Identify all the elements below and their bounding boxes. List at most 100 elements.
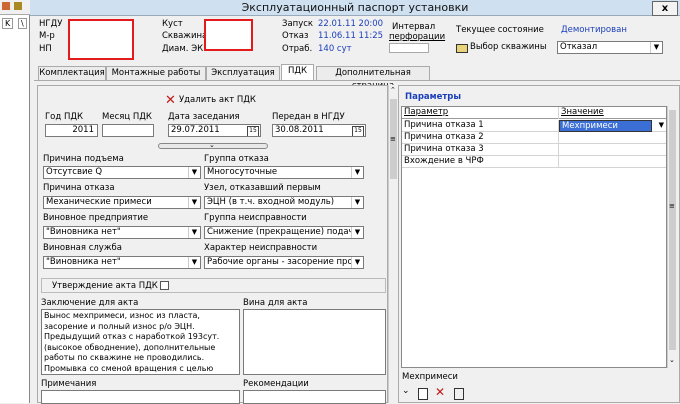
tab-montazh[interactable]: Монтажные работы bbox=[106, 66, 206, 80]
calendar-icon[interactable]: 15 bbox=[352, 126, 364, 136]
params-grid: Параметр Значение Причина отказа 1 Мехпр… bbox=[401, 106, 667, 368]
new-document-icon[interactable] bbox=[418, 388, 428, 400]
peredan-label: Передан в НГДУ bbox=[272, 112, 345, 122]
chevron-down-icon: ▼ bbox=[351, 167, 363, 178]
params-header-row: Параметр Значение bbox=[402, 107, 666, 119]
gruppa-otkaza-label: Группа отказа bbox=[204, 154, 269, 164]
pdk-form-panel: ✕ Удалить акт ПДК Год ПДК 2011 Месяц ПДК… bbox=[37, 85, 388, 404]
ngdu-value-redacted bbox=[68, 19, 134, 60]
params-title: Параметры bbox=[405, 92, 462, 102]
param-value[interactable] bbox=[559, 132, 666, 144]
gruppa-otkaza-select[interactable]: Многосуточные ▼ bbox=[204, 166, 364, 179]
delete-act-button[interactable]: ✕ Удалить акт ПДК bbox=[165, 93, 260, 108]
zaklyuchenie-textarea[interactable]: Вынос мехпримеси, износ из пласта, засор… bbox=[41, 309, 240, 375]
calendar-icon[interactable]: 15 bbox=[247, 126, 259, 136]
chevron-down-icon[interactable]: ⌄ bbox=[669, 356, 675, 364]
choose-well-button[interactable]: Выбор скважины bbox=[456, 42, 547, 54]
param-name: Причина отказа 1 bbox=[402, 120, 559, 132]
gruppa-neispr-select[interactable]: Снижение (прекращение) подачи б ▼ bbox=[204, 226, 364, 239]
delete-x-icon[interactable]: ✕ bbox=[435, 385, 445, 399]
np-label: НП bbox=[39, 44, 52, 54]
tab-ekspluataciya[interactable]: Эксплуатация bbox=[206, 66, 280, 80]
param-value[interactable] bbox=[559, 144, 666, 156]
close-button[interactable]: x bbox=[652, 1, 678, 16]
grip-icon: ≡ bbox=[669, 202, 675, 210]
utverzhdenie-label: Утверждение акта ПДК : bbox=[52, 281, 164, 291]
collapse-handle[interactable]: ⌄ bbox=[158, 141, 268, 149]
rekomendacii-textarea[interactable] bbox=[243, 390, 386, 404]
header-panel: НГДУ М-р НП Куст Скважина Диам. ЭК Запус… bbox=[30, 16, 680, 64]
param-value: Мехпримеси bbox=[562, 121, 618, 131]
chevron-down-icon: ▼ bbox=[351, 257, 363, 268]
window-title: Эксплуатационный паспорт установки bbox=[241, 1, 469, 14]
table-row[interactable]: Причина отказа 2 bbox=[402, 132, 666, 144]
mesyac-label: Месяц ПДК bbox=[102, 112, 152, 122]
delete-act-label: Удалить акт ПДК bbox=[179, 95, 256, 105]
col-value-header[interactable]: Значение bbox=[559, 107, 666, 119]
form-scrollbar[interactable]: ⌃ ≡ bbox=[388, 85, 398, 403]
chevron-down-icon: ⌄ bbox=[209, 141, 215, 149]
harakter-value: Рабочие органы - засорение прокс bbox=[207, 257, 363, 267]
choose-well-label: Выбор скважины bbox=[470, 42, 547, 52]
params-scrollbar-thumb[interactable] bbox=[669, 110, 676, 350]
table-row[interactable]: Причина отказа 1 Мехпримеси ▼ bbox=[402, 120, 666, 132]
tab-komplektaciya[interactable]: Комплектация bbox=[38, 66, 106, 80]
param-value[interactable] bbox=[559, 156, 666, 168]
preview-document-icon[interactable] bbox=[454, 388, 464, 400]
vina-textarea[interactable] bbox=[243, 309, 386, 375]
table-row[interactable]: Причина отказа 3 bbox=[402, 144, 666, 156]
param-name: Причина отказа 3 bbox=[402, 144, 559, 156]
primechaniya-textarea[interactable] bbox=[41, 390, 240, 404]
data-zasedaniya-field[interactable]: 29.07.2011 15 bbox=[168, 124, 261, 137]
param-name: Причина отказа 2 bbox=[402, 132, 559, 144]
prichina-podema-select[interactable]: Отсутсвие Q ▼ bbox=[43, 166, 201, 179]
skvazhina-label: Скважина bbox=[162, 31, 208, 41]
app-icon-2 bbox=[14, 2, 22, 10]
zapusk-value: 22.01.11 20:00 bbox=[318, 19, 384, 29]
uzel-select[interactable]: ЭЦН (в т.ч. входной модуль) ▼ bbox=[204, 196, 364, 209]
background-tabs: K \ bbox=[0, 18, 30, 30]
chevron-down-icon[interactable]: ▼ bbox=[659, 121, 664, 129]
utverzhdenie-checkbox[interactable] bbox=[160, 281, 169, 290]
vinovnoe-select[interactable]: "Виновника нет" ▼ bbox=[43, 226, 201, 239]
delete-x-icon: ✕ bbox=[165, 93, 176, 108]
status-select-value: Отказал bbox=[560, 42, 598, 52]
peredan-value: 30.08.2011 bbox=[275, 125, 324, 135]
otkaz-value: 11.06.11 11:25 bbox=[318, 31, 384, 41]
primechaniya-label: Примечания bbox=[41, 379, 97, 389]
prichina-otkaza-select[interactable]: Механические примеси ▼ bbox=[43, 196, 201, 209]
vinovnaya-label: Виновная служба bbox=[43, 243, 122, 253]
gruppa-otkaza-value: Многосуточные bbox=[207, 167, 278, 177]
prichina-otkaza-label: Причина отказа bbox=[43, 183, 115, 193]
tab-dop-stranica[interactable]: Дополнительная страница bbox=[316, 66, 430, 91]
ngdu-label: НГДУ bbox=[39, 19, 63, 29]
harakter-select[interactable]: Рабочие органы - засорение прокс ▼ bbox=[204, 256, 364, 269]
god-value: 2011 bbox=[72, 125, 94, 135]
vinovnaya-select[interactable]: "Виновника нет" ▼ bbox=[43, 256, 201, 269]
status-select[interactable]: Отказал ▼ bbox=[557, 41, 663, 54]
kust-label: Куст bbox=[162, 19, 183, 29]
mesyac-field[interactable] bbox=[102, 124, 154, 137]
tab-pdk[interactable]: ПДК bbox=[281, 64, 314, 81]
diam-label: Диам. ЭК bbox=[162, 44, 204, 54]
table-row[interactable]: Вхождение в ЧРФ bbox=[402, 156, 666, 168]
window-titlebar: Эксплуатационный паспорт установки x bbox=[30, 0, 680, 16]
col-param-header[interactable]: Параметр bbox=[402, 107, 559, 119]
background-tab-2[interactable]: \ bbox=[18, 18, 27, 29]
param-value-select[interactable]: Мехпримеси bbox=[559, 120, 652, 132]
params-footer-label: Мехпримеси bbox=[402, 372, 458, 382]
god-field[interactable]: 2011 bbox=[45, 124, 98, 137]
otkaz-label: Отказ bbox=[282, 31, 309, 41]
background-tab[interactable]: K bbox=[2, 18, 14, 29]
harakter-label: Характер неисправности bbox=[204, 243, 318, 253]
data-zasedaniya-label: Дата заседания bbox=[168, 112, 240, 122]
interval-perforation-field[interactable] bbox=[389, 43, 429, 53]
params-scrollbar[interactable]: ≡ ⌄ bbox=[667, 106, 677, 368]
skvazhina-value-redacted bbox=[204, 19, 253, 51]
background-toolbar bbox=[0, 0, 30, 15]
peredan-field[interactable]: 30.08.2011 15 bbox=[272, 124, 366, 137]
god-label: Год ПДК bbox=[45, 112, 84, 122]
chevron-down-icon[interactable]: ⌄ bbox=[402, 386, 410, 396]
chevron-up-icon[interactable]: ⌃ bbox=[390, 86, 396, 94]
chevron-down-icon: ▼ bbox=[650, 42, 662, 53]
